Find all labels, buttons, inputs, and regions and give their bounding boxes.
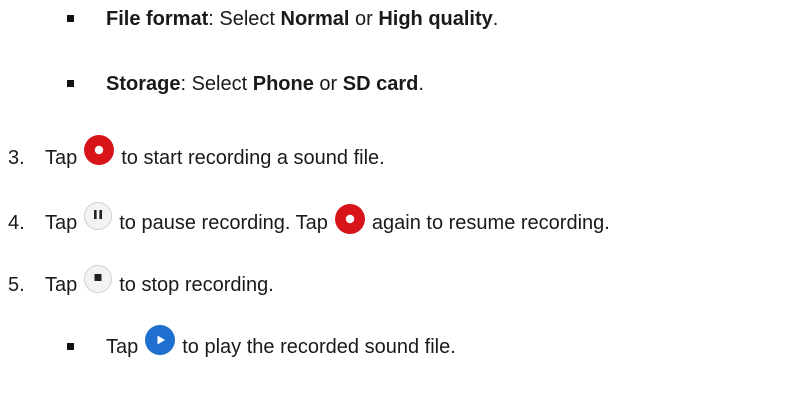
play-text: to play the recorded sound file. [182, 336, 456, 358]
play-tap-text: Tap [106, 336, 139, 358]
play-sub-item: Tap to play the recorded sound file. [106, 325, 456, 362]
file-format-option-normal: Normal [280, 8, 350, 30]
step-5: Tap to stop recording. [45, 265, 274, 300]
step-text-continued: again to resume recording. [371, 212, 610, 234]
file-format-item: File format: Select Normal or High quali… [106, 4, 498, 34]
bullet-marker [67, 15, 74, 22]
step-number: 4. [8, 212, 25, 234]
file-format-end: . [492, 8, 499, 30]
storage-end: . [418, 73, 424, 95]
stop-icon [83, 264, 113, 294]
record-icon [334, 203, 366, 235]
bullet-marker [67, 343, 74, 350]
file-format-or: or [349, 8, 379, 30]
storage-sep: : Select [180, 73, 253, 95]
file-format-sep: : Select [208, 8, 281, 30]
storage-or: or [313, 73, 343, 95]
record-icon [83, 134, 115, 166]
file-format-option-high-quality: High quality [378, 8, 493, 30]
step-text: to stop recording. [119, 274, 274, 296]
storage-option-sd-card: SD card [342, 73, 419, 95]
pause-icon [83, 201, 113, 231]
step-text: to start recording a sound file. [121, 147, 385, 169]
storage-item: Storage: Select Phone or SD card. [106, 69, 424, 99]
step-tap-text: Tap [45, 147, 78, 169]
step-4: Tap to pause recording. Tap again to res… [45, 202, 610, 238]
storage-label: Storage [106, 73, 181, 95]
step-number: 3. [8, 147, 25, 169]
step-number: 5. [8, 274, 25, 296]
step-tap-text: Tap [45, 274, 78, 296]
bullet-marker [67, 80, 74, 87]
file-format-label: File format [106, 8, 209, 30]
storage-option-phone: Phone [252, 73, 314, 95]
step-3: Tap to start recording a sound file. [45, 135, 385, 173]
step-tap-text: Tap [45, 212, 78, 234]
play-icon [144, 324, 176, 356]
step-text: to pause recording. Tap [119, 212, 328, 234]
